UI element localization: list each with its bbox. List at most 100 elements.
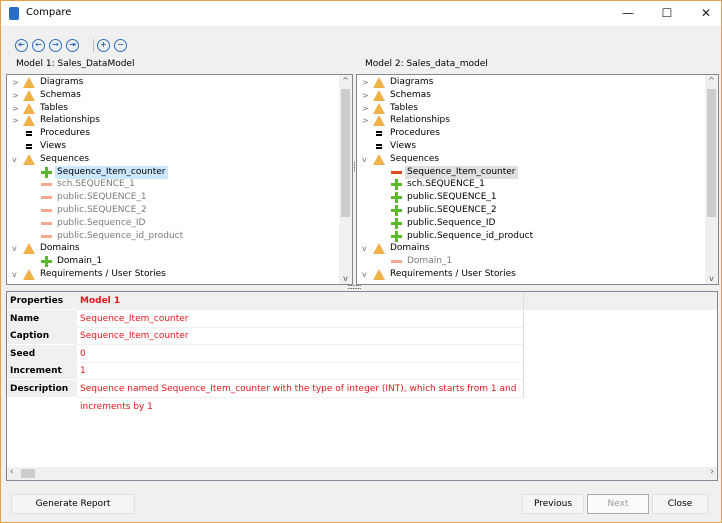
tree-item[interactable]: public.SEQUENCE_1	[7, 191, 337, 204]
tree-item-label: Diagrams	[390, 77, 434, 87]
tree-item[interactable]: Sequence_Item_counter	[7, 165, 337, 179]
tree-item[interactable]: v Requirements / User Stories	[357, 268, 687, 281]
tree-item[interactable]: public.Sequence_id_product	[7, 230, 337, 243]
tree-item-label: Relationships	[390, 115, 450, 126]
added-icon	[391, 192, 402, 204]
title-bar: Compare — ☐ ✕	[1, 1, 721, 26]
tree-item-label: Sequences	[390, 153, 440, 164]
tree-item[interactable]: Domain_1	[357, 255, 687, 268]
horizontal-splitter[interactable]: ::::::::	[347, 282, 362, 291]
expander-icon[interactable]: v	[12, 153, 20, 166]
tree-item-label: Tables	[40, 102, 68, 113]
close-button[interactable]: Close	[652, 494, 708, 514]
model1-tree[interactable]: ^ v > Diagrams > Schemas > Tables > Relationship…	[6, 74, 353, 285]
expander-icon[interactable]: >	[12, 76, 20, 89]
tree-item[interactable]: > Tables	[357, 102, 687, 115]
tree-item[interactable]: sch.SEQUENCE_1	[7, 178, 337, 191]
tree-item[interactable]: public.Sequence_ID	[357, 217, 687, 230]
generate-report-button[interactable]: Generate Report	[11, 494, 135, 514]
added-icon	[391, 230, 402, 242]
property-value-model2	[523, 362, 717, 381]
tree-item-label: Domains	[40, 243, 80, 254]
first-difference-icon[interactable]: ⇤	[15, 39, 28, 52]
warning-icon	[23, 269, 35, 280]
tree-item[interactable]: v Sequences	[357, 153, 687, 166]
close-window-button[interactable]: ✕	[691, 4, 721, 22]
removed-icon	[41, 192, 52, 203]
tree-item[interactable]: v Sequences	[7, 153, 337, 166]
tree-item[interactable]: Procedures	[357, 127, 687, 140]
tree-item[interactable]: > Schemas	[357, 89, 687, 102]
tree-item[interactable]: public.SEQUENCE_2	[357, 204, 687, 217]
tree-item[interactable]: Views	[7, 140, 337, 153]
tree-item-label: public.SEQUENCE_2	[407, 205, 497, 215]
tree-item-label: Schemas	[40, 89, 81, 100]
model1-label: Model 1: Sales_DataModel	[16, 59, 135, 69]
model2-vertical-scrollbar[interactable]: ^ v	[705, 75, 718, 284]
next-button[interactable]: Next	[587, 494, 649, 514]
tree-item[interactable]: public.Sequence_id_product	[357, 230, 687, 243]
tree-item-label: Views	[40, 141, 67, 151]
app-icon	[9, 7, 19, 20]
expander-icon[interactable]: >	[12, 102, 20, 115]
previous-button[interactable]: Previous	[522, 494, 584, 514]
previous-difference-icon[interactable]: ←	[32, 39, 45, 52]
tree-item[interactable]: Sequence_Item_counter	[357, 165, 687, 179]
next-difference-icon[interactable]: →	[49, 39, 62, 52]
maximize-button[interactable]: ☐	[652, 4, 682, 22]
tree-item[interactable]: Procedures	[7, 127, 337, 140]
last-difference-icon[interactable]: ⇥	[66, 39, 79, 52]
tree-item-label: public.Sequence_ID	[407, 217, 496, 228]
expander-icon[interactable]: >	[12, 89, 20, 102]
added-icon	[391, 179, 402, 191]
tree-item-label: Tables	[390, 102, 418, 113]
tree-item-label: Domains	[390, 243, 430, 254]
expander-icon[interactable]: v	[12, 242, 20, 255]
expander-icon[interactable]: v	[362, 242, 370, 255]
expander-icon[interactable]: v	[362, 268, 370, 281]
tree-item-label: Requirements / User Stories	[390, 269, 516, 279]
tree-item[interactable]: public.SEQUENCE_1	[357, 191, 687, 204]
warning-icon	[23, 89, 35, 101]
minimize-button[interactable]: —	[613, 4, 643, 22]
expander-icon[interactable]: v	[12, 268, 20, 281]
expander-icon[interactable]: >	[362, 102, 370, 115]
tree-item-label: Schemas	[390, 89, 431, 100]
warning-icon	[23, 115, 35, 127]
tree-item[interactable]: v Requirements / User Stories	[7, 268, 337, 281]
tree-item[interactable]: Views	[357, 140, 687, 153]
expand-all-icon[interactable]: +	[97, 39, 110, 52]
tree-item[interactable]: > Relationships	[357, 114, 687, 127]
model2-label: Model 2: Sales_data_model	[365, 59, 488, 69]
property-key: Description	[7, 380, 77, 397]
property-value: Sequence named Sequence_Item_counter wit…	[77, 380, 523, 412]
property-value: 1	[77, 362, 523, 381]
properties-grid: Properties Model 1 ‹ › Name Sequence_Item…	[6, 291, 718, 481]
tree-item[interactable]: v Domains	[7, 242, 337, 255]
expander-icon[interactable]: >	[362, 89, 370, 102]
tree-item[interactable]: > Schemas	[7, 89, 337, 102]
model2-tree[interactable]: ^ v > Diagrams > Schemas > Tables > Relationship…	[356, 74, 719, 285]
tree-item[interactable]: public.Sequence_ID	[7, 217, 337, 230]
tree-item-label: public.SEQUENCE_1	[57, 192, 147, 203]
tree-item[interactable]: sch.SEQUENCE_1	[357, 178, 687, 191]
model1-vertical-scrollbar[interactable]: ^ v	[339, 75, 352, 284]
warning-icon	[373, 243, 385, 255]
tree-item-label: Sequence_Item_counter	[405, 165, 518, 179]
tree-item[interactable]: > Relationships	[7, 114, 337, 127]
tree-item[interactable]: > Diagrams	[357, 76, 687, 89]
tree-item[interactable]: Domain_1	[7, 255, 337, 268]
tree-item[interactable]: public.SEQUENCE_2	[7, 204, 337, 217]
expander-icon[interactable]: >	[362, 114, 370, 127]
added-icon	[41, 256, 52, 268]
expander-icon[interactable]: >	[362, 76, 370, 89]
collapse-all-icon[interactable]: −	[114, 39, 127, 52]
tree-item[interactable]: > Diagrams	[7, 76, 337, 89]
expander-icon[interactable]: v	[362, 153, 370, 166]
tree-item[interactable]: v Domains	[357, 242, 687, 255]
properties-header-model: Model 1	[77, 292, 523, 310]
properties-horizontal-scrollbar[interactable]: ‹ ›	[7, 467, 717, 480]
removed-icon	[41, 218, 52, 229]
tree-item[interactable]: > Tables	[7, 102, 337, 115]
expander-icon[interactable]: >	[12, 114, 20, 127]
